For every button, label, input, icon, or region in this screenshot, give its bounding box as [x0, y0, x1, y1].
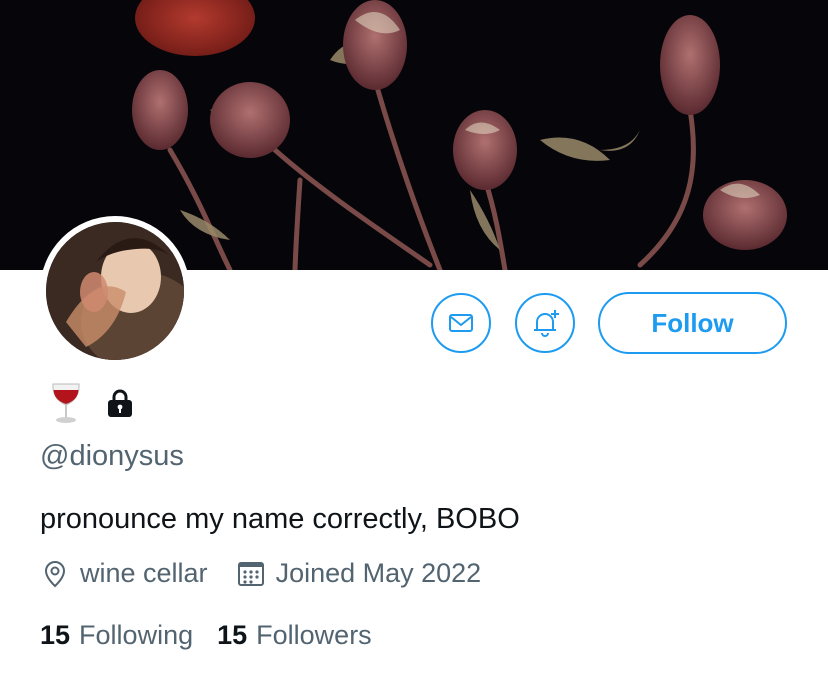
bell-plus-icon [534, 310, 559, 337]
notify-button[interactable] [515, 293, 575, 353]
profile-bio: pronounce my name correctly, BOBO [40, 503, 520, 535]
following-count: 15 [40, 620, 71, 650]
followers-count: 15 [217, 620, 248, 650]
following-label: Following [79, 620, 194, 650]
location-pin-icon [44, 560, 66, 587]
location-text: wine cellar [80, 558, 208, 588]
message-button[interactable] [431, 293, 491, 353]
mail-icon [449, 314, 473, 332]
profile-handle: @dionysus [40, 440, 184, 472]
profile-stats: 15 Following 15 Followers [40, 620, 372, 651]
profile-meta: wine cellar Joined May 2022 [40, 558, 481, 589]
wine-glass-icon [52, 383, 80, 423]
followers-link[interactable]: 15 Followers [217, 620, 372, 651]
location: wine cellar [40, 558, 208, 589]
followers-label: Followers [256, 620, 372, 650]
calendar-icon [237, 561, 264, 586]
display-name [50, 381, 136, 425]
avatar-image [46, 222, 184, 360]
join-date-text: Joined May 2022 [275, 558, 482, 588]
lock-icon [108, 389, 132, 417]
follow-button[interactable]: Follow [598, 292, 787, 354]
following-link[interactable]: 15 Following [40, 620, 193, 651]
join-date: Joined May 2022 [236, 558, 482, 589]
avatar[interactable] [40, 216, 190, 366]
